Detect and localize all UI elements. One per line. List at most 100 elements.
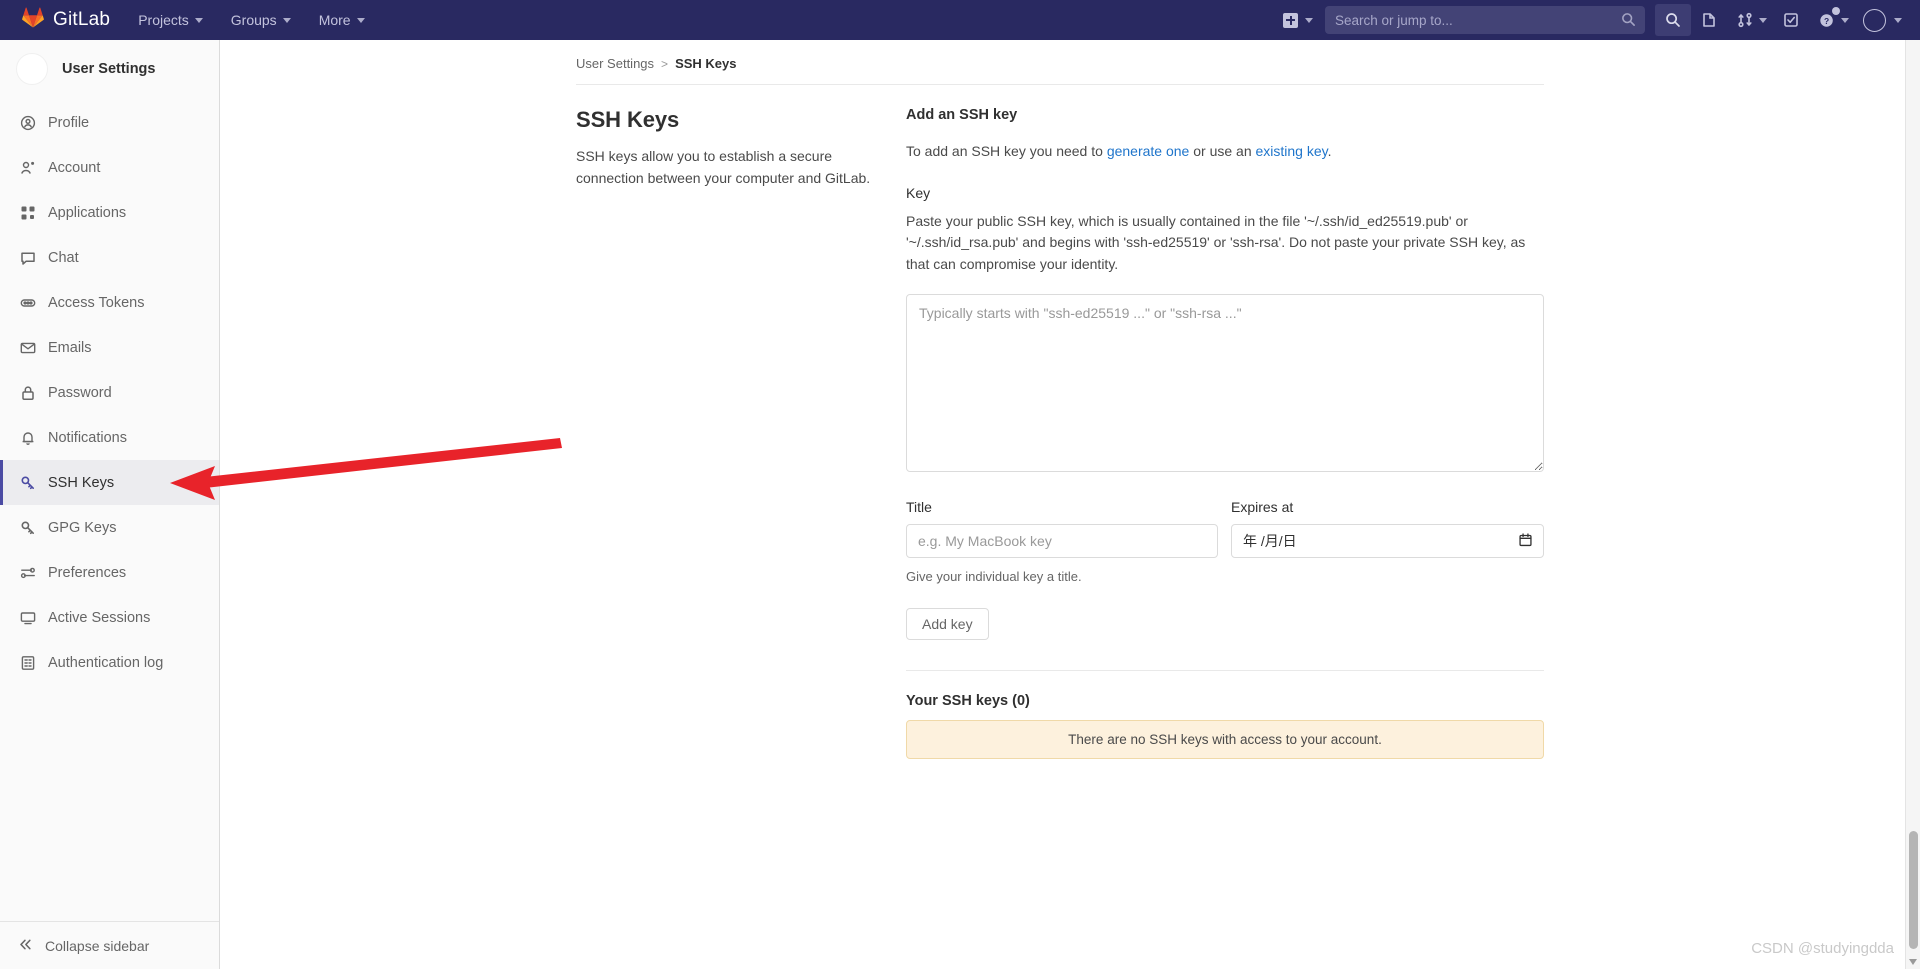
envelope-icon: [19, 339, 36, 356]
token-icon: [19, 294, 36, 311]
sidebar-item-applications[interactable]: Applications: [0, 190, 219, 235]
form-intro-prefix: To add an SSH key you need to: [906, 143, 1107, 159]
sidebar-item-label: Preferences: [48, 564, 127, 581]
form-section-title: Add an SSH key: [906, 107, 1018, 123]
expires-field-label: Expires at: [1231, 498, 1294, 515]
sliders-icon: [19, 564, 36, 581]
merge-requests-button[interactable]: [1727, 4, 1773, 36]
notification-dot-icon: [1832, 7, 1840, 15]
svg-text:?: ?: [1823, 15, 1828, 25]
sidebar-item-label: Applications: [48, 204, 127, 221]
user-avatar-icon: [1863, 8, 1886, 32]
user-menu-button[interactable]: [1855, 8, 1902, 32]
add-key-button[interactable]: Add key: [906, 607, 989, 640]
title-field-helper: Give your individual key a title.: [906, 568, 1082, 584]
nav-item-more[interactable]: More: [305, 0, 379, 40]
sidebar-item-label: Notifications: [48, 429, 127, 446]
sidebar-item-access-tokens[interactable]: Access Tokens: [0, 280, 219, 325]
sidebar-item-ssh-keys[interactable]: SSH Keys: [0, 460, 219, 505]
nav-item-label: More: [318, 12, 351, 28]
brand-label: GitLab: [53, 9, 111, 30]
sidebar-item-notifications[interactable]: Notifications: [0, 415, 219, 460]
search-input[interactable]: Search or jump to...: [1325, 6, 1645, 34]
collapse-sidebar-label: Collapse sidebar: [45, 937, 150, 954]
sidebar-nav-list: Profile Account Applications Chat Access…: [0, 100, 219, 685]
collapse-sidebar-button[interactable]: Collapse sidebar: [0, 921, 219, 969]
search-placeholder: Search or jump to...: [1335, 12, 1453, 28]
chevron-down-icon: [356, 17, 365, 23]
chat-bubble-icon: [19, 249, 36, 266]
sidebar-item-preferences[interactable]: Preferences: [0, 550, 219, 595]
add-ssh-key-form: Add an SSH key To add an SSH key you nee…: [906, 107, 1544, 759]
double-chevron-left-icon: [18, 937, 33, 955]
search-toggle-icon[interactable]: [1655, 4, 1691, 36]
nav-item-projects[interactable]: Projects: [124, 0, 217, 40]
help-button[interactable]: ?: [1809, 4, 1855, 36]
sidebar-item-profile[interactable]: Profile: [0, 100, 219, 145]
form-intro-text: To add an SSH key you need to generate o…: [906, 141, 1544, 163]
scrollbar-thumb[interactable]: [1909, 831, 1918, 949]
scrollbar-down-arrow-icon[interactable]: [1909, 959, 1917, 965]
your-ssh-keys-heading: Your SSH keys (0): [906, 692, 1030, 709]
chevron-down-icon: [1841, 17, 1849, 23]
chevron-down-icon: [1305, 17, 1313, 23]
chevron-down-icon: [1759, 17, 1767, 23]
sidebar-item-chat[interactable]: Chat: [0, 235, 219, 280]
main-content: User Settings > SSH Keys SSH Keys SSH ke…: [220, 40, 1904, 969]
ssh-key-textarea[interactable]: [906, 293, 1544, 472]
applications-grid-icon: [19, 204, 36, 221]
page-title: SSH Keys: [576, 107, 680, 132]
sidebar-item-label: Profile: [48, 114, 90, 131]
help-icon: ?: [1809, 4, 1845, 36]
monitor-icon: [19, 609, 36, 626]
sidebar-item-account[interactable]: Account: [0, 145, 219, 190]
nav-item-label: Projects: [138, 12, 189, 28]
key-icon: [19, 474, 36, 491]
sidebar-item-password[interactable]: Password: [0, 370, 219, 415]
sidebar-item-gpg-keys[interactable]: GPG Keys: [0, 505, 219, 550]
expires-date-wrapper: 年 /月/日: [1231, 523, 1544, 558]
expires-date-input[interactable]: 年 /月/日: [1231, 523, 1544, 558]
key-icon: [19, 519, 36, 536]
sidebar-item-label: Authentication log: [48, 654, 164, 671]
user-avatar-icon: [16, 53, 48, 85]
sidebar-item-label: SSH Keys: [48, 474, 115, 491]
plus-square-icon: [1283, 12, 1298, 28]
sidebar-user-header[interactable]: User Settings: [0, 40, 219, 98]
todos-icon[interactable]: [1773, 4, 1809, 36]
new-item-button[interactable]: [1275, 0, 1321, 40]
sidebar-item-label: Chat: [48, 249, 79, 266]
key-field-hint: Paste your public SSH key, which is usua…: [906, 212, 1526, 273]
sidebar-item-authentication-log[interactable]: Authentication log: [0, 640, 219, 685]
gitlab-brand[interactable]: GitLab: [0, 0, 124, 40]
title-and-expiry-row: Title Expires at 年 /月/日: [906, 499, 1544, 558]
generate-one-link[interactable]: generate one: [1107, 143, 1190, 159]
title-field-label: Title: [906, 498, 932, 515]
vertical-scrollbar[interactable]: [1905, 40, 1920, 969]
sidebar-item-label: Access Tokens: [48, 294, 145, 311]
chevron-down-icon: [1894, 17, 1902, 23]
search-icon: [1621, 12, 1636, 32]
breadcrumb-current: SSH Keys: [675, 56, 737, 71]
sidebar-item-emails[interactable]: Emails: [0, 325, 219, 370]
issues-icon[interactable]: [1691, 4, 1727, 36]
breadcrumb-root-link[interactable]: User Settings: [576, 56, 654, 71]
bell-icon: [19, 429, 36, 446]
expires-field-group: Expires at 年 /月/日: [1231, 499, 1544, 558]
expires-date-placeholder: 年 /月/日: [1243, 532, 1297, 549]
sidebar-item-label: Password: [48, 384, 112, 401]
chevron-down-icon: [282, 17, 291, 23]
merge-requests-icon: [1727, 4, 1763, 36]
sidebar-item-label: Account: [48, 159, 101, 176]
calendar-icon[interactable]: [1518, 532, 1533, 553]
key-title-input[interactable]: [906, 523, 1218, 558]
sidebar-item-active-sessions[interactable]: Active Sessions: [0, 595, 219, 640]
log-list-icon: [19, 654, 36, 671]
settings-section: SSH Keys SSH keys allow you to establish…: [220, 85, 1904, 759]
breadcrumb-separator: >: [661, 56, 669, 71]
gitlab-logo-icon: [22, 7, 44, 33]
existing-key-link[interactable]: existing key: [1256, 143, 1328, 159]
form-intro-middle: or use an: [1189, 143, 1256, 159]
navbar-left-group: GitLab Projects Groups More: [0, 0, 379, 40]
nav-item-groups[interactable]: Groups: [217, 0, 305, 40]
